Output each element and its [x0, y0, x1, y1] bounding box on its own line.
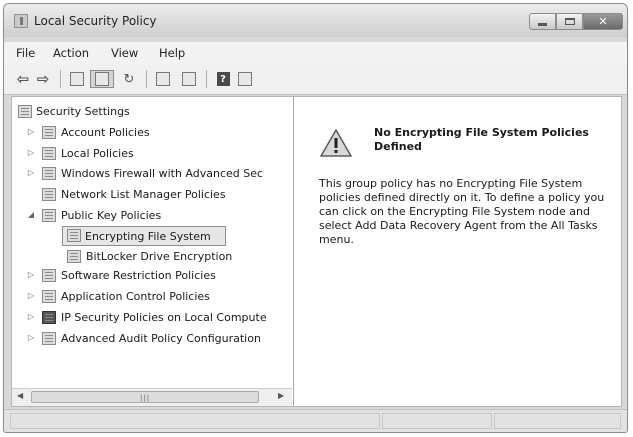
- tree-item-software-restriction[interactable]: ▷ Software Restriction Policies: [12, 267, 292, 285]
- expand-icon[interactable]: ▷: [26, 127, 36, 136]
- network-security-icon: [42, 311, 56, 324]
- grip-icon: |||: [140, 394, 151, 402]
- tree-horizontal-scrollbar[interactable]: ◀ ||| ▶: [12, 388, 292, 406]
- export-list-icon: [156, 72, 170, 86]
- console-view-icon: [238, 72, 252, 86]
- back-arrow-icon: ⇦: [16, 69, 30, 88]
- tree-item-label: IP Security Policies on Local Compute: [61, 311, 267, 324]
- folder-icon: [67, 250, 81, 263]
- back-button[interactable]: ⇦: [14, 70, 32, 88]
- tree-item-label: Application Control Policies: [61, 290, 210, 303]
- close-button[interactable]: ✕: [583, 13, 623, 30]
- toolbar-separator: [60, 70, 61, 88]
- tree-item-label: Windows Firewall with Advanced Sec: [61, 167, 264, 180]
- folder-icon: [42, 147, 56, 160]
- toolbar: ⇦ ⇨ ↻ ?: [4, 64, 627, 95]
- expand-icon[interactable]: ▷: [26, 333, 36, 342]
- expand-icon[interactable]: ▷: [26, 312, 36, 321]
- menu-help[interactable]: Help: [159, 46, 185, 60]
- expand-icon[interactable]: ▷: [26, 291, 36, 300]
- tree-item-label: Local Policies: [61, 147, 134, 160]
- menu-action[interactable]: Action: [53, 46, 89, 60]
- tree-item-windows-firewall[interactable]: ▷ Windows Firewall with Advanced Sec: [12, 165, 292, 183]
- refresh-button[interactable]: ↻: [120, 70, 138, 88]
- folder-icon: [42, 290, 56, 303]
- folder-icon: [42, 188, 56, 201]
- tree-root[interactable]: Security Settings: [12, 103, 292, 121]
- tree-item-label: Advanced Audit Policy Configuration: [61, 332, 261, 345]
- folder-icon: [42, 269, 56, 282]
- status-pane: [10, 413, 380, 429]
- console-view-button[interactable]: [236, 70, 254, 88]
- message-body: This group policy has no Encrypting File…: [319, 177, 605, 246]
- tree-item-network-list-manager[interactable]: Network List Manager Policies: [12, 186, 292, 204]
- app-window: Local Security Policy ✕ File Action View…: [3, 3, 628, 433]
- maximize-icon: [564, 18, 575, 25]
- title-bar[interactable]: Local Security Policy ✕: [4, 4, 627, 37]
- folder-icon: [67, 229, 81, 242]
- help-icon: ?: [216, 72, 230, 86]
- minimize-button[interactable]: [529, 13, 556, 30]
- menu-bar: File Action View Help: [4, 42, 627, 64]
- status-bar: [4, 409, 627, 432]
- content-area: Security Settings ▷ Account Policies ▷ L…: [11, 96, 622, 407]
- tree-item-label: BitLocker Drive Encryption: [86, 250, 233, 263]
- tree-item-label: Account Policies: [61, 126, 150, 139]
- firewall-icon: [42, 167, 56, 180]
- show-hide-tree-icon: [95, 72, 109, 86]
- up-button[interactable]: [68, 70, 86, 88]
- show-hide-tree-button[interactable]: [90, 70, 114, 88]
- tree-pane: Security Settings ▷ Account Policies ▷ L…: [12, 97, 294, 406]
- warning-icon: [320, 129, 352, 157]
- export-list-button[interactable]: [154, 70, 172, 88]
- menu-file[interactable]: File: [16, 46, 35, 60]
- security-settings-icon: [18, 105, 32, 118]
- refresh-icon: ↻: [123, 71, 135, 87]
- folder-icon: [42, 332, 56, 345]
- status-pane: [382, 413, 492, 429]
- tree-item-local-policies[interactable]: ▷ Local Policies: [12, 145, 292, 163]
- tree-item-encrypting-file-system[interactable]: Encrypting File System: [62, 226, 226, 246]
- tree-item-label: Public Key Policies: [61, 209, 162, 222]
- properties-icon: [182, 72, 196, 86]
- tree-root-label: Security Settings: [36, 105, 130, 118]
- maximize-button[interactable]: [556, 13, 583, 30]
- menu-view[interactable]: View: [111, 46, 138, 60]
- folder-icon: [42, 126, 56, 139]
- expand-icon[interactable]: ▷: [26, 148, 36, 157]
- scroll-left-icon[interactable]: ◀: [17, 391, 23, 400]
- security-policy-icon: [14, 14, 28, 28]
- details-pane: No Encrypting File System Policies Defin…: [294, 97, 621, 406]
- help-button[interactable]: ?: [214, 70, 232, 88]
- folder-icon: [42, 209, 56, 222]
- tree-item-account-policies[interactable]: ▷ Account Policies: [12, 124, 292, 142]
- close-icon: ✕: [598, 15, 608, 28]
- scrollbar-thumb[interactable]: |||: [31, 391, 259, 403]
- window-title: Local Security Policy: [34, 14, 157, 28]
- tree-item-advanced-audit[interactable]: ▷ Advanced Audit Policy Configuration: [12, 330, 292, 348]
- tree-item-label: Encrypting File System: [85, 230, 211, 243]
- up-folder-icon: [70, 72, 84, 86]
- tree-item-label: Network List Manager Policies: [61, 188, 226, 201]
- tree-item-public-key-policies[interactable]: ◢ Public Key Policies: [12, 207, 292, 225]
- minimize-icon: [538, 22, 547, 26]
- tree-item-application-control[interactable]: ▷ Application Control Policies: [12, 288, 292, 306]
- forward-arrow-icon: ⇨: [36, 69, 50, 88]
- tree-item-ip-security[interactable]: ▷ IP Security Policies on Local Compute: [12, 309, 292, 327]
- tree-item-bitlocker[interactable]: BitLocker Drive Encryption: [12, 248, 292, 266]
- toolbar-separator: [206, 70, 207, 88]
- expand-icon[interactable]: ▷: [26, 168, 36, 177]
- toolbar-separator: [146, 70, 147, 88]
- tree-item-label: Software Restriction Policies: [61, 269, 216, 282]
- message-title: No Encrypting File System Policies Defin…: [374, 126, 589, 153]
- expand-icon[interactable]: ▷: [26, 270, 36, 279]
- properties-button[interactable]: [180, 70, 198, 88]
- status-pane: [494, 413, 621, 429]
- scroll-right-icon[interactable]: ▶: [278, 391, 284, 400]
- forward-button[interactable]: ⇨: [34, 70, 52, 88]
- collapse-icon[interactable]: ◢: [26, 210, 36, 219]
